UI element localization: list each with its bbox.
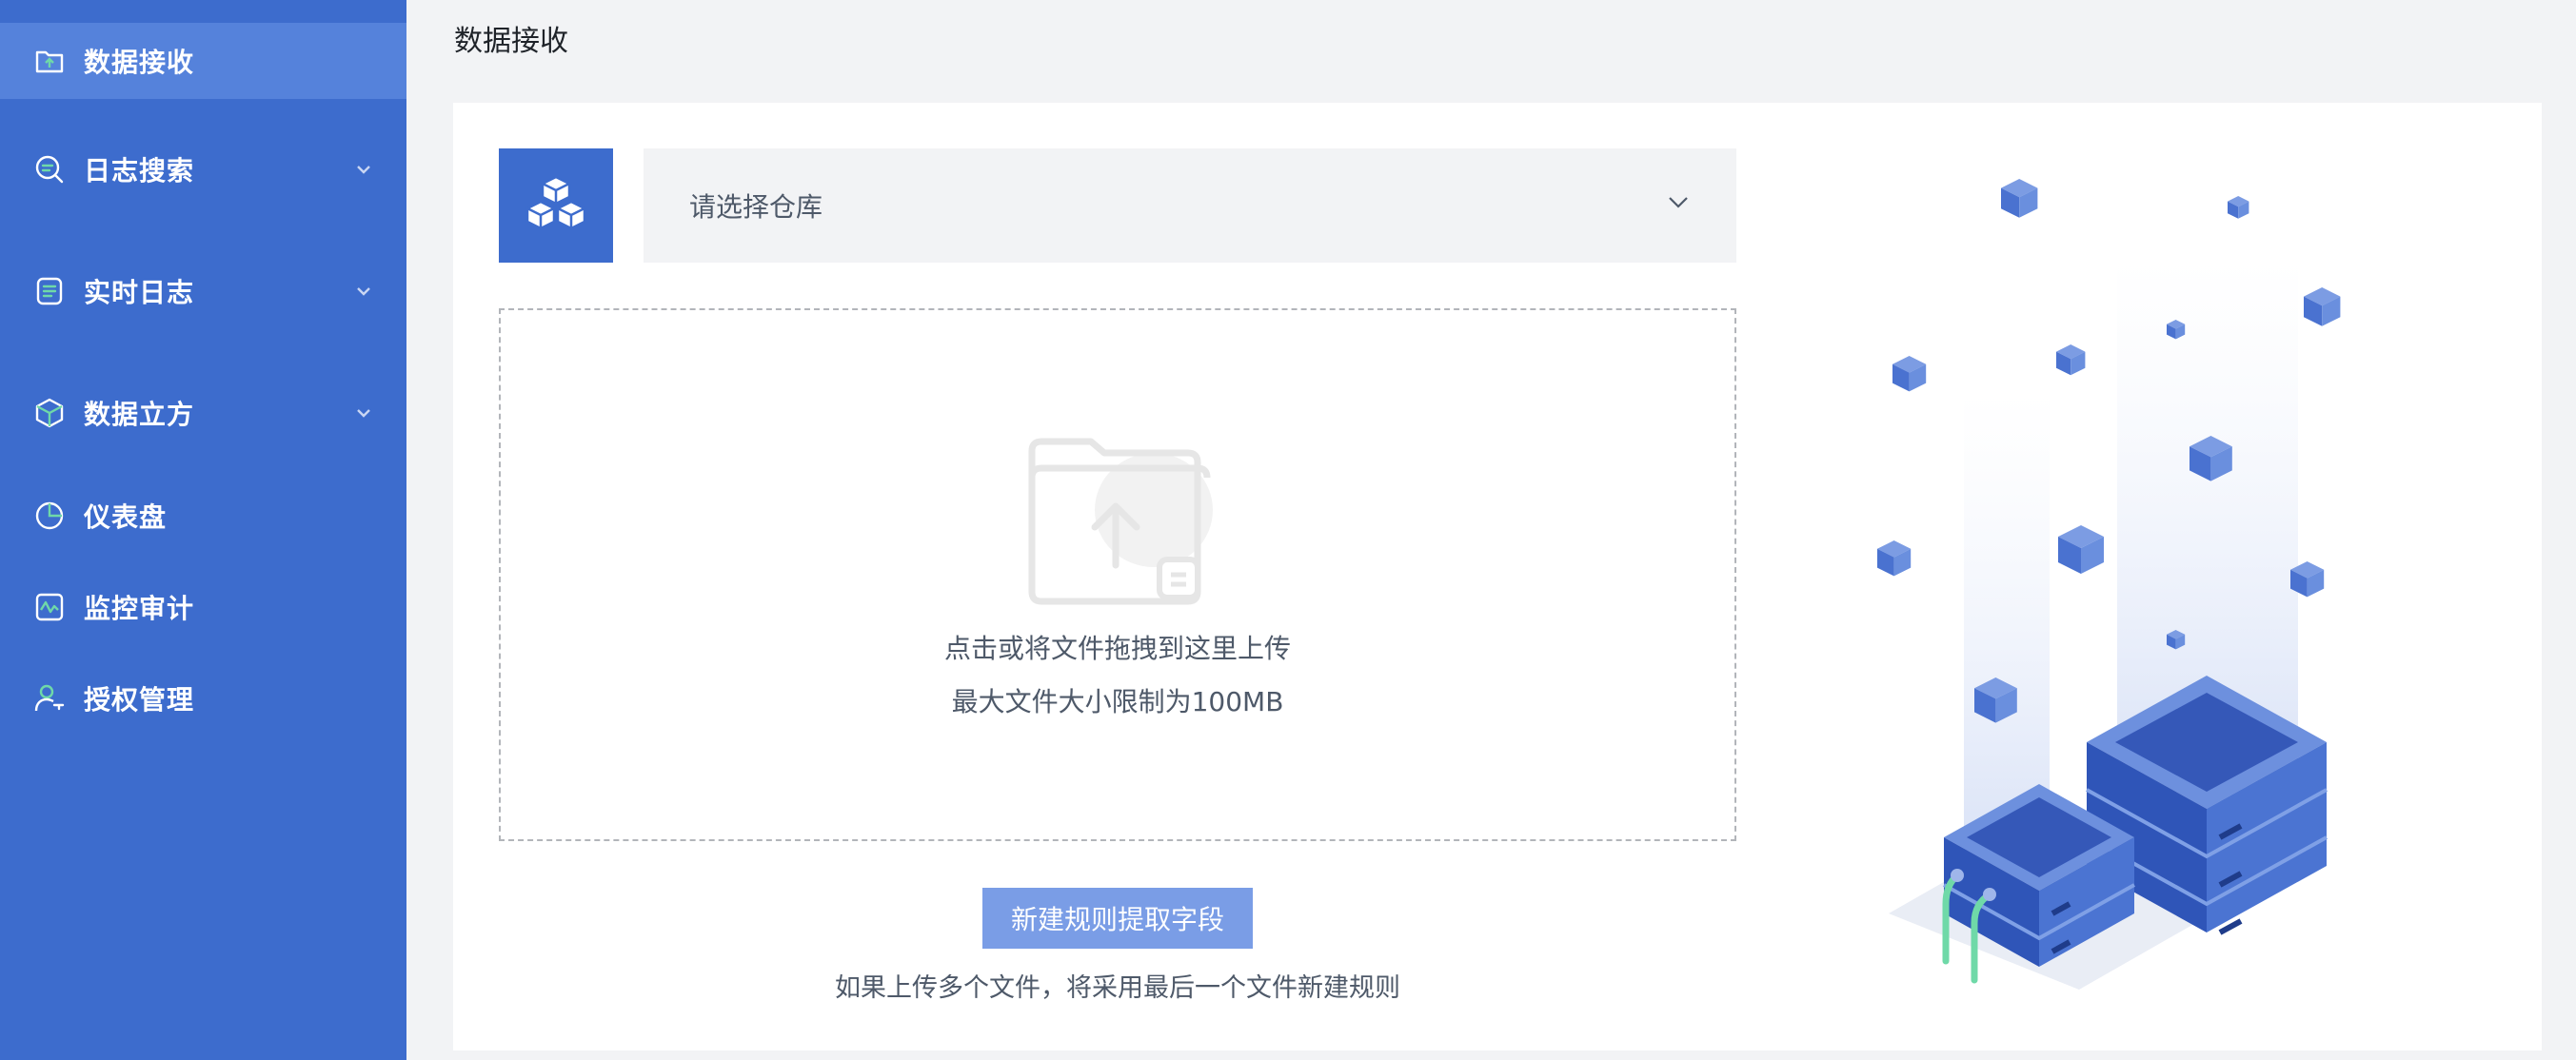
new-rule-button[interactable]: 新建规则提取字段 (982, 888, 1253, 949)
cubes-icon (523, 175, 589, 236)
sidebar-item-label: 实时日志 (84, 277, 195, 308)
server-illustration (1866, 152, 2399, 990)
cube-icon (32, 396, 67, 430)
warehouse-select-placeholder: 请选择仓库 (689, 191, 823, 223)
multi-file-note: 如果上传多个文件，将采用最后一个文件新建规则 (835, 973, 1400, 1003)
sidebar-item-auth-management[interactable]: 授权管理 (0, 660, 406, 736)
chevron-down-icon[interactable] (1666, 190, 1691, 215)
chevron-down-icon[interactable] (355, 161, 372, 178)
upload-folder-icon (32, 44, 67, 78)
sidebar-item-monitor-audit[interactable]: 监控审计 (0, 569, 406, 645)
chevron-down-icon[interactable] (355, 404, 372, 422)
upload-hint: 点击或将文件拖拽到这里上传 (943, 633, 1291, 664)
pie-chart-icon (32, 499, 67, 533)
sidebar-item-label: 监控审计 (84, 593, 195, 624)
sidebar-item-label: 授权管理 (84, 684, 195, 716)
monitor-wave-icon (32, 590, 67, 624)
chevron-down-icon[interactable] (355, 283, 372, 300)
sidebar-item-dashboard[interactable]: 仪表盘 (0, 478, 406, 554)
upload-size-limit: 最大文件大小限制为100MB (951, 686, 1284, 717)
upload-dropzone[interactable]: 点击或将文件拖拽到这里上传 最大文件大小限制为100MB (499, 308, 1736, 841)
page-title: 数据接收 (454, 25, 568, 58)
warehouse-icon-box (499, 148, 613, 263)
warehouse-select[interactable]: 请选择仓库 (644, 148, 1736, 263)
realtime-list-icon (32, 274, 67, 308)
user-key-icon (32, 681, 67, 716)
sidebar-item-realtime-log[interactable]: 实时日志 (0, 253, 406, 329)
folder-upload-icon (1020, 432, 1230, 613)
sidebar-item-log-search[interactable]: 日志搜索 (0, 131, 406, 207)
sidebar-item-data-cube[interactable]: 数据立方 (0, 375, 406, 451)
search-log-icon (32, 152, 67, 186)
sidebar-item-label: 数据立方 (84, 399, 195, 430)
sidebar-item-data-receive[interactable]: 数据接收 (0, 23, 406, 99)
sidebar: 数据接收 日志搜索 实时日志 数据立方 仪表盘 监控审计 授权管理 (0, 0, 406, 1060)
sidebar-item-label: 数据接收 (84, 47, 195, 78)
sidebar-item-label: 仪表盘 (84, 501, 168, 533)
sidebar-item-label: 日志搜索 (84, 155, 195, 186)
